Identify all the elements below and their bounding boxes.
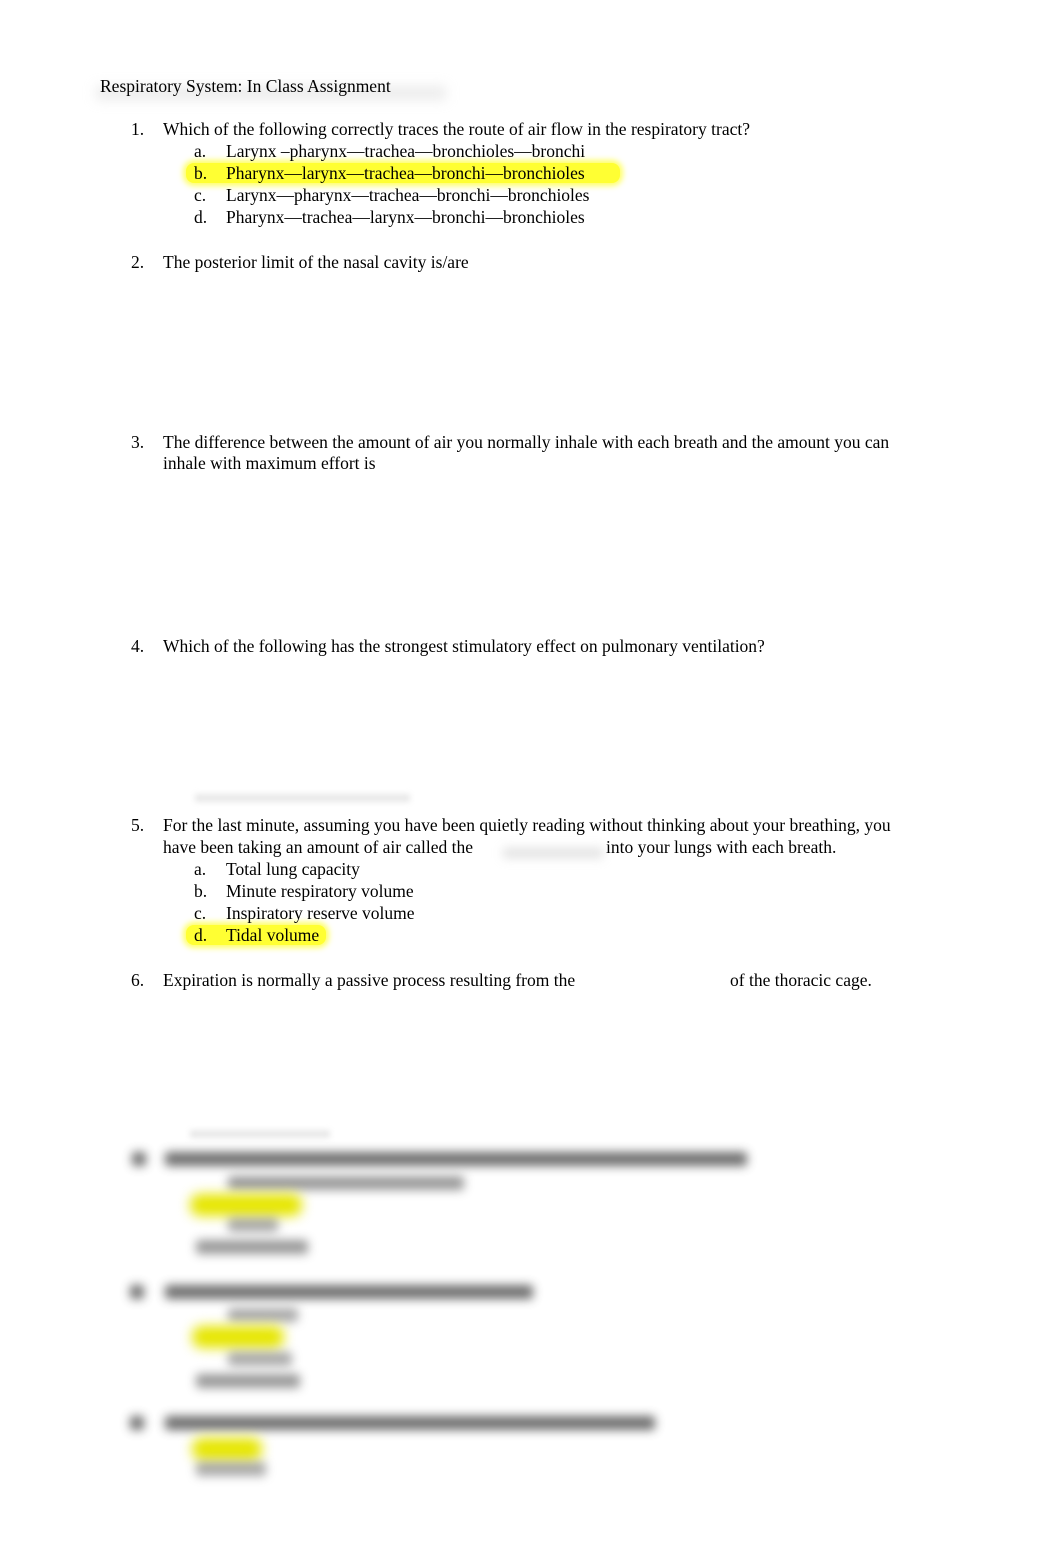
blurred-question-text: [165, 1152, 747, 1166]
question-text-before-blank: Expiration is normally a passive process…: [163, 970, 576, 990]
option-letter: d.: [194, 925, 208, 945]
option-text: Tidal volume: [226, 925, 320, 945]
option-letter: b.: [194, 881, 208, 901]
blurred-question-number: [130, 1416, 144, 1430]
question-text-line-1: For the last minute, assuming you have b…: [163, 815, 891, 835]
blurred-option: [228, 1176, 464, 1190]
page-title: Respiratory System: In Class Assignment: [100, 76, 391, 96]
question-text: Which of the following has the strongest…: [163, 636, 765, 656]
question-number: 3.: [131, 432, 145, 452]
question-number: 2.: [131, 252, 145, 272]
question-text-line-2: inhale with maximum effort is: [163, 453, 376, 473]
blurred-highlight: [192, 1326, 284, 1348]
option-text: Minute respiratory volume: [226, 881, 414, 901]
option-text: Pharynx—trachea—larynx—bronchi—bronchiol…: [226, 207, 585, 227]
faint-rule: [195, 794, 410, 802]
blurred-question-text: [165, 1416, 655, 1430]
faint-rule: [190, 1130, 330, 1138]
question-text-after-blank: of the thoracic cage.: [730, 970, 872, 990]
question-number: 4.: [131, 636, 145, 656]
question-number: 5.: [131, 815, 145, 835]
option-letter: a.: [194, 141, 207, 161]
blurred-option: [228, 1308, 298, 1322]
option-letter: d.: [194, 207, 208, 227]
question-text: Which of the following correctly traces …: [163, 119, 750, 139]
question-number: 6.: [131, 970, 145, 990]
question-number: 1.: [131, 119, 145, 139]
blurred-highlight: [190, 1194, 302, 1216]
question-text: The posterior limit of the nasal cavity …: [163, 252, 469, 272]
option-text: Larynx—pharynx—trachea—bronchi—bronchiol…: [226, 185, 590, 205]
blurred-option: [228, 1218, 278, 1232]
option-letter: b.: [194, 163, 208, 183]
blurred-question-number: [132, 1152, 146, 1166]
blurred-option: [196, 1240, 308, 1254]
blurred-option: [196, 1374, 300, 1388]
option-text: Pharynx—larynx—trachea—bronchi—bronchiol…: [226, 163, 585, 183]
option-text: Inspiratory reserve volume: [226, 903, 415, 923]
option-text: Total lung capacity: [226, 859, 360, 879]
option-letter: a.: [194, 859, 207, 879]
question-text-line-2-after-blank: into your lungs with each breath.: [606, 837, 837, 857]
blurred-highlight: [192, 1438, 262, 1460]
option-letter: c.: [194, 903, 207, 923]
blurred-question-text: [165, 1285, 533, 1299]
option-text: Larynx –pharynx—trachea—bronchioles—bron…: [226, 141, 586, 161]
blurred-question-number: [130, 1285, 144, 1299]
question-text-line-2-before-blank: have been taking an amount of air called…: [163, 837, 474, 857]
fill-in-blank[interactable]: [503, 848, 603, 858]
option-letter: c.: [194, 185, 207, 205]
question-text-line-1: The difference between the amount of air…: [163, 432, 890, 452]
blurred-option: [196, 1462, 266, 1476]
blurred-option: [228, 1352, 292, 1366]
